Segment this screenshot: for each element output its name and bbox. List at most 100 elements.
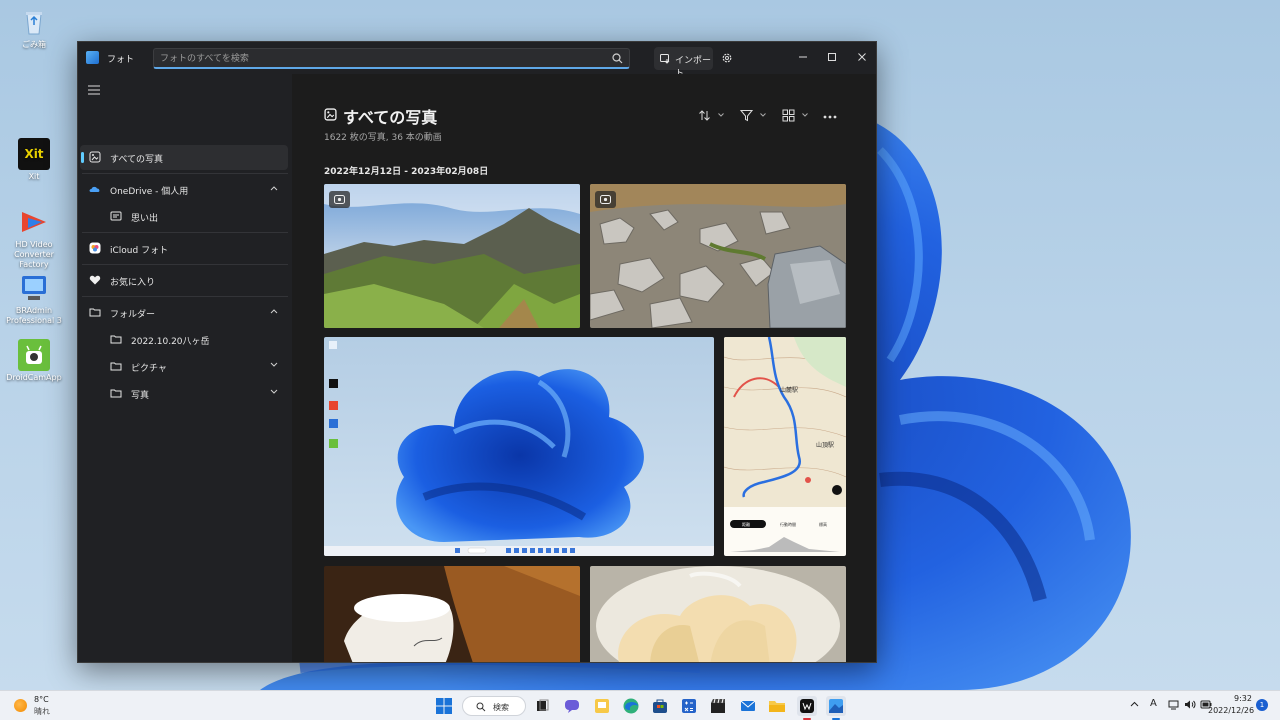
bradmin-icon [18,272,50,304]
chevron-up-icon[interactable] [270,308,278,314]
desktop-icon-droidcam[interactable]: DroidCamApp [0,339,68,383]
calculator-icon [682,699,696,713]
desktop-icon-hd-video-converter[interactable]: HD Video Converter Factory [0,206,68,270]
sidebar-item-folder-yatsugatake[interactable]: 2022.10.20八ヶ岳 [80,327,288,352]
close-button[interactable] [848,47,876,67]
maximize-button[interactable] [818,47,846,67]
title-bar[interactable]: フォト インポート [78,42,876,79]
hamburger-menu-icon[interactable] [88,85,100,95]
sidebar-item-label: OneDrive - 個人用 [110,187,189,197]
edge-icon [623,698,639,714]
photo-thumbnail-trail-map[interactable]: 山麓駅 山頂駅 距離 行動時間 標高 [724,337,846,556]
sidebar-item-folders[interactable]: フォルダー [80,300,288,325]
sidebar-item-all-photos[interactable]: すべての写真 [80,145,288,170]
start-button[interactable] [434,696,454,716]
file-explorer-pinned-button[interactable] [592,696,612,716]
weather-description[interactable]: 晴れ [34,706,50,717]
video-converter-icon [18,206,50,238]
desktop-icon-bradmin[interactable]: BRAdmin Professional 3 [0,272,68,326]
mail-button[interactable] [738,696,758,716]
filter-button[interactable] [740,108,768,124]
video-icon [600,195,611,204]
chevron-up-icon[interactable] [270,185,278,191]
minimize-button[interactable] [789,47,817,67]
network-icon[interactable] [1168,699,1180,713]
ime-indicator[interactable]: A [1150,698,1157,709]
more-icon [823,115,837,119]
page-title: すべての写真 [343,108,438,127]
chevron-down-icon [802,113,808,117]
weather-sun-icon[interactable] [14,699,27,712]
chat-button[interactable] [562,696,582,716]
sort-icon [699,110,710,121]
sidebar-item-onedrive[interactable]: OneDrive - 個人用 [80,177,288,202]
sidebar: すべての写真 OneDrive - 個人用 思い出 iCloud フォト お気に… [78,74,292,662]
sidebar-item-label: 写真 [131,391,150,401]
store-icon [653,699,667,713]
heart-icon [89,275,101,285]
taskbar-search-box[interactable]: 検索 [462,696,526,716]
sidebar-item-label: すべての写真 [110,155,164,165]
sidebar-item-folder-pictures[interactable]: ピクチャ [80,354,288,379]
photo-thumbnail-rocky-slope[interactable] [590,184,846,328]
edge-button[interactable] [621,696,641,716]
video-badge [329,191,350,208]
sort-button[interactable] [698,108,726,124]
video-icon [334,195,345,204]
chevron-down-icon[interactable] [270,362,278,368]
photo-thumbnail-mountain-ridge[interactable] [324,184,580,328]
streaming-app-button[interactable] [797,696,817,716]
desktop-icon-xit[interactable]: Xit Xit [0,138,68,182]
video-badge [595,191,616,208]
map-station-label-2: 山頂駅 [816,441,834,449]
gear-icon[interactable] [721,52,733,64]
sidebar-item-folder-photos[interactable]: 写真 [80,381,288,406]
chat-icon [565,700,579,713]
chevron-up-icon[interactable] [1130,699,1139,710]
clock-date[interactable]: 2022/12/26 [1208,706,1254,715]
file-explorer-button[interactable] [767,696,787,716]
search-input[interactable] [160,51,600,66]
import-button[interactable]: インポート [654,47,713,79]
more-options-button[interactable] [822,108,838,124]
sidebar-divider [82,296,288,297]
clapper-app-button[interactable] [708,696,728,716]
sidebar-item-icloud[interactable]: iCloud フォト [80,236,288,261]
search-icon[interactable] [612,53,623,64]
view-layout-button[interactable] [782,108,810,124]
clock-time[interactable]: 9:32 [1234,694,1252,703]
weather-temperature[interactable]: 8°C [34,695,49,704]
folder-icon [110,389,122,398]
task-view-button[interactable] [532,696,552,716]
desktop-icon-recycle-bin[interactable]: ごみ箱 [0,6,68,50]
search-icon [476,702,486,712]
desktop-icon-label: BRAdmin Professional 3 [6,306,62,325]
calculator-app-button[interactable] [679,696,699,716]
sidebar-item-memories[interactable]: 思い出 [80,204,288,229]
photo-thumbnail-pear-slices[interactable] [590,566,846,662]
speaker-icon[interactable] [1184,699,1196,713]
sidebar-item-label: 思い出 [131,214,159,224]
sidebar-item-favorites[interactable]: お気に入り [80,268,288,293]
sidebar-item-label: お気に入り [110,278,156,288]
folder-icon [110,335,122,344]
store-button[interactable] [650,696,670,716]
recycle-bin-icon [18,6,50,38]
app-title: フォト [107,55,135,65]
chevron-down-icon [760,113,766,117]
sidebar-item-label: 2022.10.20八ヶ岳 [131,337,210,347]
selection-indicator [81,152,84,163]
folder-icon [89,308,101,317]
search-box[interactable] [153,48,630,69]
photos-icon [89,151,101,163]
droidcam-icon [18,339,50,371]
photos-taskbar-button[interactable] [826,696,846,716]
notification-badge[interactable]: 1 [1256,699,1268,711]
photos-icon [324,108,337,121]
close-icon [858,53,866,61]
photo-thumbnail-desktop-screenshot[interactable] [324,337,714,556]
task-view-icon [537,699,549,711]
chevron-down-icon[interactable] [270,389,278,395]
photo-thumbnail-cup[interactable] [324,566,580,662]
notes-app-icon [595,699,609,713]
